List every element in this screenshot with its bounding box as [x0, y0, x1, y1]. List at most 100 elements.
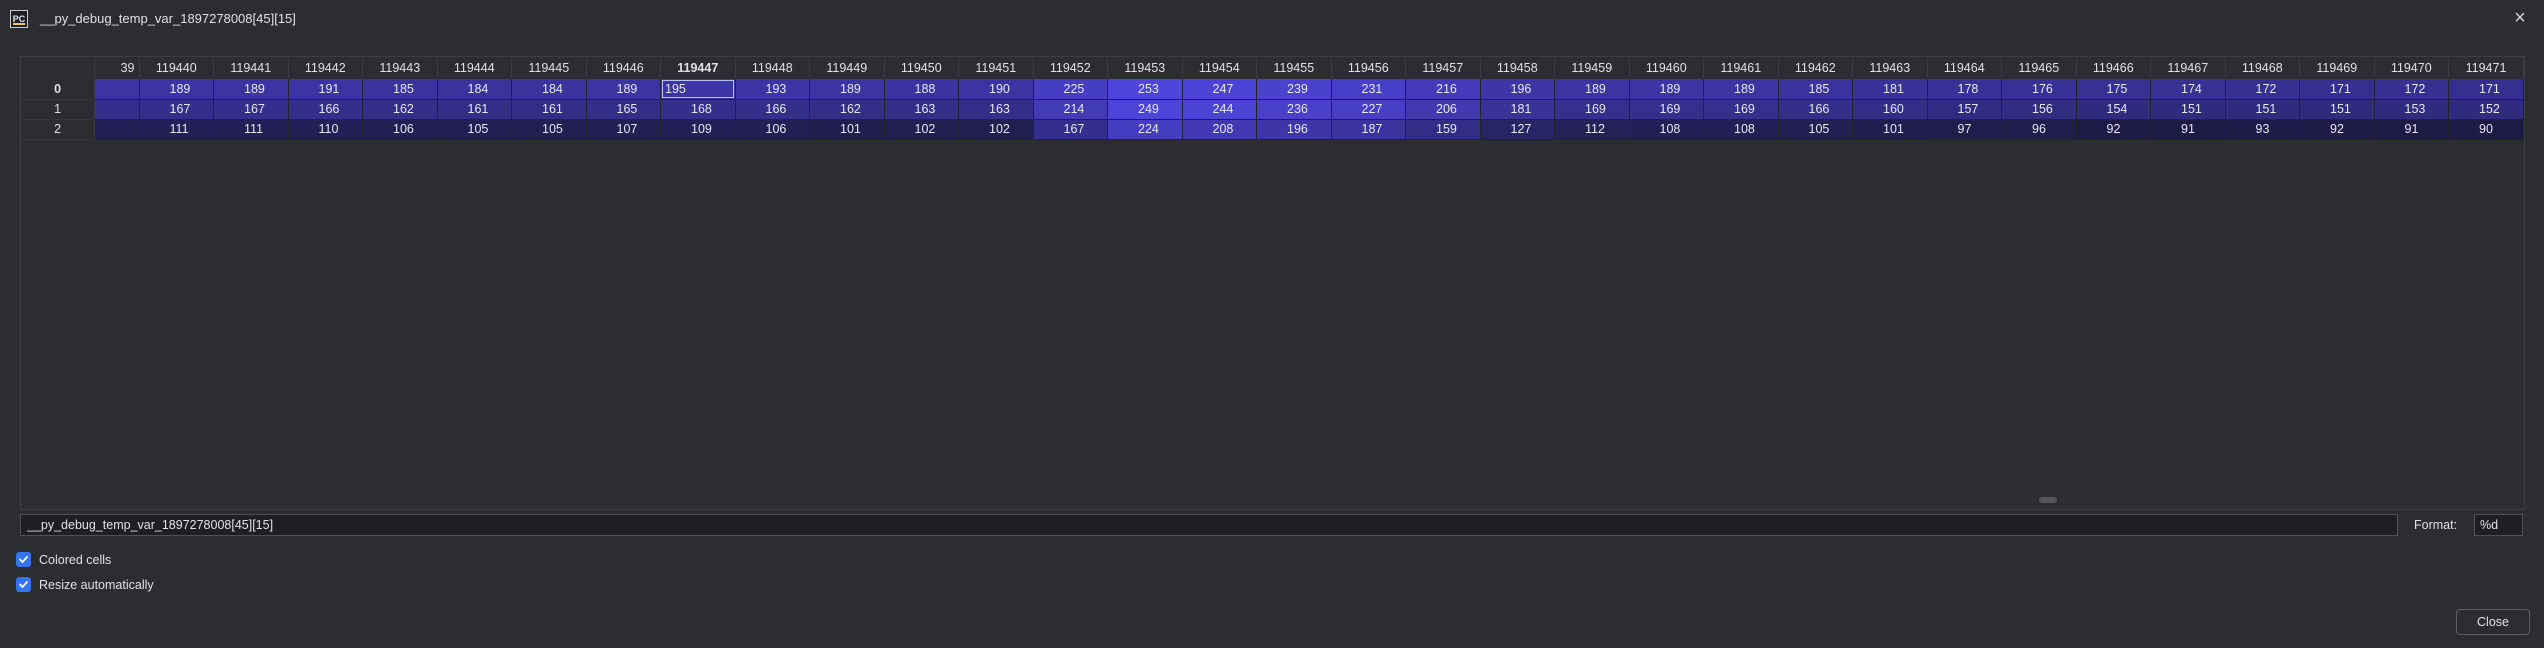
table-cell[interactable]: 169	[1554, 99, 1630, 120]
table-cell[interactable]: 244	[1182, 99, 1258, 120]
close-icon[interactable]: ×	[2510, 8, 2530, 28]
table-cell[interactable]: 109	[660, 119, 736, 140]
table-cell[interactable]: 151	[2150, 99, 2226, 120]
table-cell[interactable]: 166	[288, 99, 364, 120]
table-cell[interactable]: 224	[1107, 119, 1183, 140]
table-cell[interactable]: 111	[213, 119, 289, 140]
table-cell[interactable]: 92	[2076, 119, 2152, 140]
table-cell[interactable]: 189	[139, 79, 215, 100]
table-cell[interactable]: 160	[1852, 99, 1928, 120]
table-cell[interactable]: 106	[735, 119, 811, 140]
table-cell[interactable]: 161	[437, 99, 513, 120]
checkbox-checked-icon[interactable]	[16, 552, 31, 567]
table-cell-partial[interactable]	[94, 119, 140, 140]
table-cell[interactable]: 151	[2299, 99, 2375, 120]
table-cell-partial[interactable]	[94, 79, 140, 100]
colored-cells-checkbox[interactable]: Colored cells	[16, 552, 111, 567]
resize-automatically-checkbox[interactable]: Resize automatically	[16, 577, 154, 592]
table-cell[interactable]: 169	[1703, 99, 1779, 120]
table-cell[interactable]: 102	[884, 119, 960, 140]
table-cell[interactable]: 225	[1033, 79, 1109, 100]
table-cell[interactable]: 185	[1778, 79, 1854, 100]
table-cell[interactable]: 102	[958, 119, 1034, 140]
table-cell[interactable]: 236	[1256, 99, 1332, 120]
table-cell[interactable]: 174	[2150, 79, 2226, 100]
table-cell[interactable]: 190	[958, 79, 1034, 100]
table-cell[interactable]: 181	[1480, 99, 1556, 120]
table-cell[interactable]: 214	[1033, 99, 1109, 120]
table-cell[interactable]: 175	[2076, 79, 2152, 100]
table-cell[interactable]: 172	[2225, 79, 2301, 100]
table-cell[interactable]: 159	[1405, 119, 1481, 140]
table-cell[interactable]: 239	[1256, 79, 1332, 100]
table-cell[interactable]: 151	[2225, 99, 2301, 120]
table-cell[interactable]: 196	[1256, 119, 1332, 140]
table-cell[interactable]: 112	[1554, 119, 1630, 140]
table-cell[interactable]: 249	[1107, 99, 1183, 120]
table-cell[interactable]: 91	[2150, 119, 2226, 140]
table-cell[interactable]: 184	[437, 79, 513, 100]
table-cell[interactable]: 193	[735, 79, 811, 100]
table-cell[interactable]: 97	[1927, 119, 2003, 140]
table-cell[interactable]: 247	[1182, 79, 1258, 100]
expression-input[interactable]	[20, 514, 2398, 536]
data-grid[interactable]: 39 119440 119441 119442 119443 119444 119445 1…	[20, 56, 2525, 510]
table-cell[interactable]: 231	[1331, 79, 1407, 100]
table-cell[interactable]: 189	[586, 79, 662, 100]
table-cell[interactable]: 206	[1405, 99, 1481, 120]
table-cell[interactable]: 167	[1033, 119, 1109, 140]
table-cell[interactable]: 157	[1927, 99, 2003, 120]
table-cell[interactable]: 253	[1107, 79, 1183, 100]
table-cell[interactable]: 189	[809, 79, 885, 100]
table-cell[interactable]: 176	[2001, 79, 2077, 100]
table-cell[interactable]: 191	[288, 79, 364, 100]
table-cell[interactable]: 107	[586, 119, 662, 140]
table-cell[interactable]: 208	[1182, 119, 1258, 140]
table-cell[interactable]: 101	[1852, 119, 1928, 140]
table-cell[interactable]: 106	[362, 119, 438, 140]
table-cell[interactable]: 189	[1554, 79, 1630, 100]
table-cell[interactable]: 169	[1629, 99, 1705, 120]
table-cell[interactable]: 166	[735, 99, 811, 120]
table-cell[interactable]: 111	[139, 119, 215, 140]
checkbox-checked-icon[interactable]	[16, 577, 31, 592]
table-cell[interactable]: 105	[1778, 119, 1854, 140]
table-cell[interactable]: 165	[586, 99, 662, 120]
table-cell[interactable]: 101	[809, 119, 885, 140]
table-cell[interactable]: 90	[2448, 119, 2524, 140]
table-cell[interactable]: 178	[1927, 79, 2003, 100]
table-cell[interactable]: 167	[139, 99, 215, 120]
table-cell[interactable]: 187	[1331, 119, 1407, 140]
close-button[interactable]: Close	[2456, 609, 2530, 635]
table-cell[interactable]: 188	[884, 79, 960, 100]
table-cell[interactable]: 184	[511, 79, 587, 100]
table-cell[interactable]: 152	[2448, 99, 2524, 120]
table-cell[interactable]: 153	[2374, 99, 2450, 120]
table-cell[interactable]: 108	[1629, 119, 1705, 140]
table-cell[interactable]: 189	[1629, 79, 1705, 100]
table-cell[interactable]: 189	[213, 79, 289, 100]
table-cell[interactable]: 189	[1703, 79, 1779, 100]
table-cell[interactable]: 185	[362, 79, 438, 100]
table-cell[interactable]: 156	[2001, 99, 2077, 120]
table-cell[interactable]: 105	[437, 119, 513, 140]
table-cell[interactable]: 127	[1480, 119, 1556, 140]
table-cell[interactable]: 195	[660, 79, 736, 100]
table-cell[interactable]: 110	[288, 119, 364, 140]
table-cell[interactable]: 108	[1703, 119, 1779, 140]
table-cell[interactable]: 168	[660, 99, 736, 120]
table-cell[interactable]: 227	[1331, 99, 1407, 120]
table-cell[interactable]: 196	[1480, 79, 1556, 100]
table-cell[interactable]: 91	[2374, 119, 2450, 140]
table-cell[interactable]: 162	[809, 99, 885, 120]
table-cell[interactable]: 105	[511, 119, 587, 140]
table-cell[interactable]: 93	[2225, 119, 2301, 140]
table-cell[interactable]: 162	[362, 99, 438, 120]
table-cell-partial[interactable]	[94, 99, 140, 120]
table-cell[interactable]: 172	[2374, 79, 2450, 100]
table-cell[interactable]: 181	[1852, 79, 1928, 100]
table-cell[interactable]: 163	[884, 99, 960, 120]
table-cell[interactable]: 154	[2076, 99, 2152, 120]
table-cell[interactable]: 161	[511, 99, 587, 120]
table-cell[interactable]: 96	[2001, 119, 2077, 140]
